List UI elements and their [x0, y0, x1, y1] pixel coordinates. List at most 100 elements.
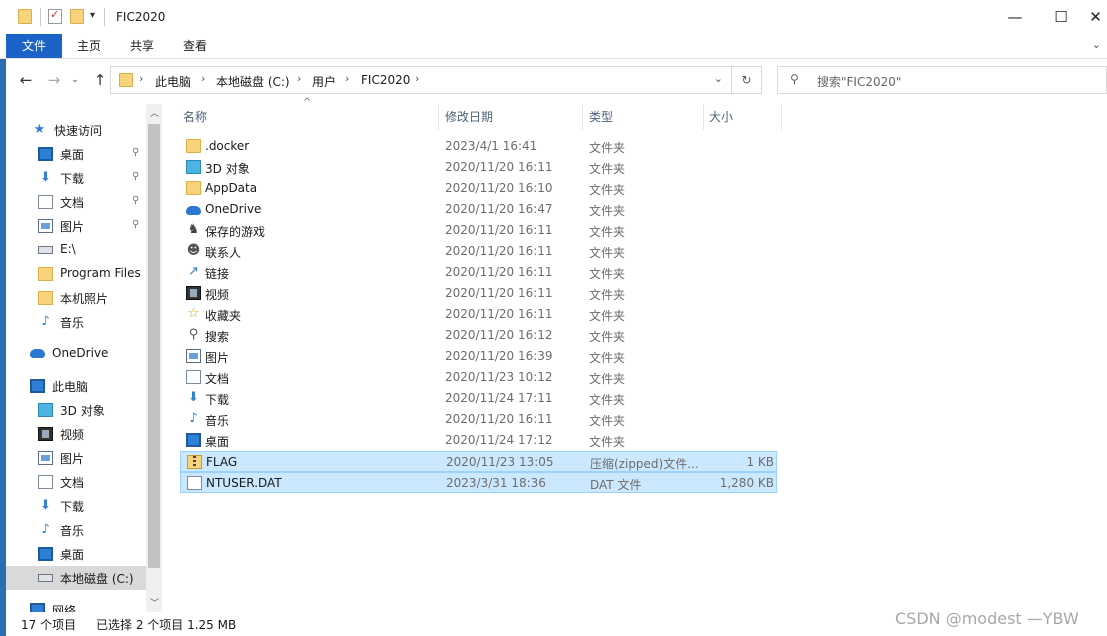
nav-item[interactable]: 文档 ⚲	[6, 190, 146, 214]
file-row[interactable]: OneDrive 2020/11/20 16:47 文件夹	[180, 199, 777, 220]
up-icon[interactable]: ↑	[90, 70, 110, 90]
file-row[interactable]: 3D 对象 2020/11/20 16:11 文件夹	[180, 157, 777, 178]
file-row[interactable]: 桌面 2020/11/24 17:12 文件夹	[180, 430, 777, 451]
drive-icon	[38, 246, 53, 254]
breadcrumb-fic2020[interactable]: FIC2020	[361, 73, 410, 87]
tab-share[interactable]: 共享	[116, 34, 168, 58]
file-row[interactable]: ♪ 音乐 2020/11/20 16:11 文件夹	[180, 409, 777, 430]
properties-icon[interactable]: ✓	[48, 8, 62, 24]
nav-item[interactable]: 3D 对象	[6, 398, 146, 422]
file-row[interactable]: ⬇ 下载 2020/11/24 17:11 文件夹	[180, 388, 777, 409]
file-row[interactable]: ♞ 保存的游戏 2020/11/20 16:11 文件夹	[180, 220, 777, 241]
nav-item[interactable]: ♪ 音乐	[6, 310, 146, 334]
nav-item[interactable]: ⬇ 下载 ⚲	[6, 166, 146, 190]
file-row[interactable]: .docker 2023/4/1 16:41 文件夹	[180, 136, 777, 157]
tab-home[interactable]: 主页	[62, 34, 116, 58]
file-row[interactable]: ⚲ 搜索 2020/11/20 16:12 文件夹	[180, 325, 777, 346]
file-type: 文件夹	[589, 435, 626, 449]
chevron-right-icon[interactable]: ›	[345, 72, 349, 85]
minimize-button[interactable]: —	[992, 0, 1038, 34]
item-count: 17 个项目	[21, 618, 77, 632]
chevron-right-icon[interactable]: ›	[297, 72, 301, 85]
nav-item[interactable]: 本机照片	[6, 286, 146, 310]
nav-item[interactable]: 桌面 ⚲	[6, 142, 146, 166]
refresh-button[interactable]: ↻	[732, 66, 762, 94]
nav-item[interactable]: ♪ 音乐	[6, 518, 146, 542]
3d-objects-icon	[38, 403, 53, 417]
column-size[interactable]: 大小	[709, 108, 733, 130]
nav-item[interactable]: ⬇ 下载	[6, 494, 146, 518]
customize-toolbar-icon[interactable]: ▾	[90, 10, 95, 21]
chevron-down-icon[interactable]: ⌄	[714, 72, 723, 85]
star-icon: ★	[33, 122, 46, 137]
nav-item-label: 桌面	[60, 148, 85, 162]
breadcrumb-local-disk[interactable]: 本地磁盘 (C:)	[216, 73, 290, 90]
column-name[interactable]: 名称	[183, 108, 207, 130]
nav-item[interactable]: 文档	[6, 470, 146, 494]
file-name: AppData	[205, 181, 258, 195]
close-button[interactable]: ✕	[1084, 0, 1107, 34]
file-type: 文件夹	[589, 288, 626, 302]
nav-item-label: 下载	[60, 500, 85, 514]
chevron-right-icon[interactable]: ›	[139, 72, 143, 85]
computer-icon	[30, 379, 45, 393]
nav-item[interactable]: OneDrive	[6, 342, 146, 366]
nav-item[interactable]: 视频	[6, 422, 146, 446]
file-size: 1 KB	[746, 455, 774, 469]
search-input[interactable]: ⚲ 搜索"FIC2020"	[777, 66, 1107, 94]
scroll-down-icon[interactable]: ﹀	[150, 596, 159, 609]
tab-view[interactable]: 查看	[168, 34, 222, 58]
recent-locations-icon[interactable]: ⌄	[68, 70, 82, 90]
file-row[interactable]: ↗ 链接 2020/11/20 16:11 文件夹	[180, 262, 777, 283]
nav-item[interactable]: E:\	[6, 238, 146, 262]
expand-ribbon-icon[interactable]: ⌄	[1092, 38, 1101, 51]
maximize-button[interactable]: ☐	[1038, 0, 1084, 34]
breadcrumb-users[interactable]: 用户	[312, 73, 336, 90]
file-row[interactable]: FLAG 2020/11/23 13:05 压缩(zipped)文件... 1 KB	[180, 451, 777, 472]
column-type[interactable]: 类型	[589, 108, 613, 130]
nav-item-label: OneDrive	[52, 346, 109, 360]
navigation-pane: ★ 快速访问 桌面 ⚲ ⬇ 下载 ⚲ 文档 ⚲ 图片 ⚲ E:\ Program Files 本机照片 ♪ 音…	[6, 104, 166, 612]
address-bar[interactable]: › 此电脑 › 本地磁盘 (C:) › 用户 › FIC2020 › ⌄	[110, 66, 732, 94]
address-bar-row: ← → ⌄ ↑ › 此电脑 › 本地磁盘 (C:) › 用户 › FIC2020…	[0, 62, 1107, 98]
refresh-icon: ↻	[741, 73, 752, 87]
column-divider[interactable]	[703, 104, 704, 130]
nav-item[interactable]: 网络	[6, 598, 146, 612]
column-divider[interactable]	[781, 104, 782, 130]
chevron-right-icon[interactable]: ›	[201, 72, 205, 85]
nav-item[interactable]: Program Files	[6, 262, 146, 286]
file-row[interactable]: AppData 2020/11/20 16:10 文件夹	[180, 178, 777, 199]
onedrive-icon	[30, 349, 45, 358]
file-row[interactable]: NTUSER.DAT 2023/3/31 18:36 DAT 文件 1,280 KB	[180, 472, 777, 493]
nav-item[interactable]: 本地磁盘 (C:)	[6, 566, 146, 590]
onedrive-icon	[186, 206, 201, 215]
scroll-up-icon[interactable]: ︿	[150, 106, 159, 119]
desktop-icon	[38, 547, 53, 561]
column-divider[interactable]	[582, 104, 583, 130]
file-row[interactable]: 视频 2020/11/20 16:11 文件夹	[180, 283, 777, 304]
column-divider[interactable]	[438, 104, 439, 130]
file-type: 文件夹	[589, 267, 626, 281]
nav-scrollbar[interactable]: ︿ ﹀	[146, 104, 162, 612]
forward-icon[interactable]: →	[44, 70, 64, 90]
nav-item[interactable]: 桌面	[6, 542, 146, 566]
nav-item[interactable]: ★ 快速访问	[6, 118, 146, 142]
file-row[interactable]: ☆ 收藏夹 2020/11/20 16:11 文件夹	[180, 304, 777, 325]
new-folder-icon[interactable]	[70, 9, 84, 24]
file-row[interactable]: 图片 2020/11/20 16:39 文件夹	[180, 346, 777, 367]
file-type: 文件夹	[589, 414, 626, 428]
ribbon-tabs: 文件 主页 共享 查看 ⌄	[0, 34, 1107, 59]
scroll-thumb[interactable]	[148, 124, 160, 568]
file-row[interactable]: ☻ 联系人 2020/11/20 16:11 文件夹	[180, 241, 777, 262]
column-date[interactable]: 修改日期	[445, 108, 493, 130]
3d-objects-icon	[186, 160, 201, 174]
nav-item[interactable]: 此电脑	[6, 374, 146, 398]
breadcrumb-this-pc[interactable]: 此电脑	[155, 73, 191, 90]
tab-file[interactable]: 文件	[6, 34, 62, 58]
nav-item[interactable]: 图片	[6, 446, 146, 470]
file-row[interactable]: 文档 2020/11/23 10:12 文件夹	[180, 367, 777, 388]
music-icon: ♪	[41, 522, 50, 537]
back-icon[interactable]: ←	[16, 70, 36, 90]
nav-item[interactable]: 图片 ⚲	[6, 214, 146, 238]
chevron-right-icon[interactable]: ›	[415, 72, 419, 85]
